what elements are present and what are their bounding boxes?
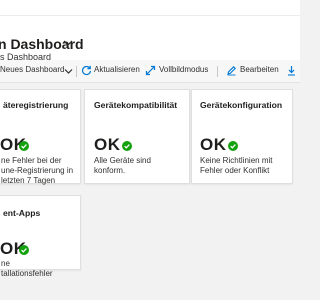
tile-description: Keine Richtlinien mit Fehler oder Konfli…	[200, 156, 273, 175]
status-value: OK	[94, 135, 121, 154]
status-value: OK	[200, 135, 227, 154]
new-dashboard-button[interactable]: Neues Dashboard	[0, 65, 64, 74]
refresh-icon[interactable]	[81, 65, 92, 76]
tile-client-apps[interactable]: ent-Apps OK ne tallationsfehler	[0, 195, 81, 278]
top-bar	[0, 0, 300, 31]
edit-button[interactable]: Bearbeiten	[240, 65, 279, 74]
tile-device-configuration[interactable]: Gerätekonfiguration OK Keine Richtlinien…	[191, 89, 293, 184]
tile-title: Gerätekompatibilität	[94, 100, 178, 110]
toolbar-separator	[76, 66, 77, 77]
tile-device-compliance[interactable]: Gerätekompatibilität OK Alle Geräte sind…	[84, 89, 190, 184]
refresh-button[interactable]: Aktualisieren	[94, 65, 140, 74]
success-check-icon	[19, 141, 29, 151]
tile-device-registration[interactable]: äteregistrierung OK ne Fehler bei der un…	[0, 89, 81, 185]
tile-title: ent-Apps	[3, 208, 41, 218]
tile-description: ne Fehler bei der une-Registrierung in l…	[1, 156, 74, 185]
success-check-icon	[19, 245, 29, 255]
tile-title: äteregistrierung	[3, 100, 69, 110]
tile-description: Alle Geräte sind konform.	[94, 156, 151, 175]
chevron-down-icon[interactable]	[62, 38, 74, 48]
edit-pencil-icon[interactable]	[226, 65, 237, 76]
chevron-down-icon[interactable]	[63, 66, 74, 77]
top-bar-divider	[0, 15, 300, 16]
success-check-icon	[228, 141, 238, 151]
download-icon[interactable]	[286, 65, 297, 76]
success-check-icon	[122, 141, 132, 151]
fullscreen-button[interactable]: Vollbildmodus	[159, 65, 208, 74]
toolbar-separator	[217, 66, 218, 77]
fullscreen-icon[interactable]	[145, 65, 156, 76]
tile-description: ne tallationsfehler	[1, 259, 53, 278]
tile-title: Gerätekonfiguration	[200, 100, 283, 110]
command-bar: Neues Dashboard Aktualisieren Vollbildmo…	[0, 60, 300, 83]
